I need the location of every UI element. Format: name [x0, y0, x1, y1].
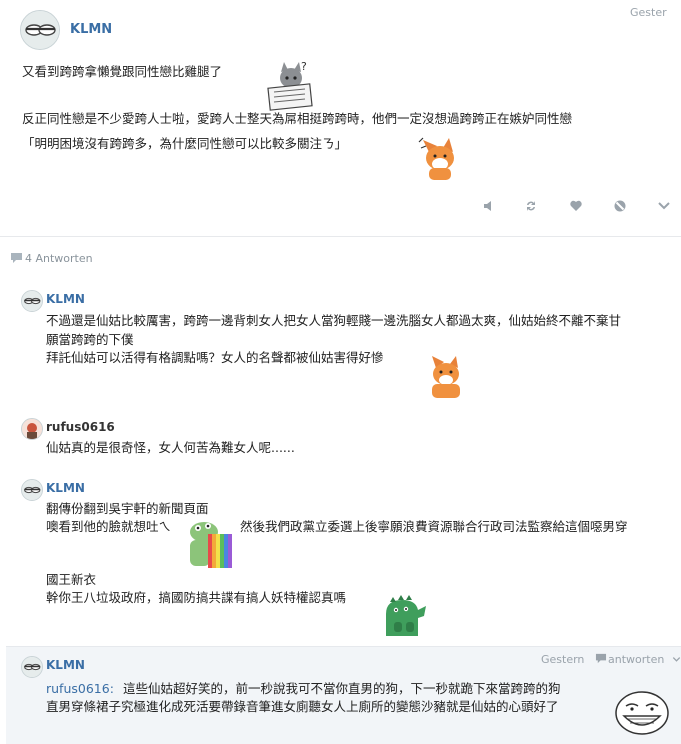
highlighted-username[interactable]: KLMN	[46, 658, 85, 672]
highlighted-line: 直男穿條裙子究極進化成死活要帶錄音筆進女廁聽女人上廁所的變態沙豬就是仙姑的心頭好…	[46, 699, 559, 714]
post-line-1: 又看到跨跨拿懶覺跟同性戀比雞腿了	[22, 64, 223, 79]
reply-line: 幹你王八垃圾政府，搞國防搞共諜有搞人妖特權認真嗎	[46, 590, 347, 605]
reply-line: 仙姑真的是很奇怪，女人何苦為難女人呢......	[46, 440, 295, 455]
post-line-2: 反正同性戀是不少愛跨人士啦，愛跨人士整天為屌相挺跨跨時，他們一定沒想過跨跨正在嫉…	[22, 111, 573, 126]
post-divider	[0, 236, 681, 237]
chevron-down-icon[interactable]	[657, 201, 671, 211]
crocodile-sticker-icon	[386, 595, 426, 636]
comment-icon	[11, 253, 22, 263]
avatar-face-icon	[22, 480, 42, 500]
reply-line: 然後我們政黨立委選上後寧願浪費資源聯合行政司法監察給這個噁男穿	[240, 519, 628, 534]
post-username[interactable]: KLMN	[70, 22, 112, 37]
repost-icon[interactable]	[524, 199, 538, 213]
avatar-face-icon	[22, 657, 42, 677]
block-icon[interactable]	[613, 199, 627, 213]
dog-newspaper-sticker-icon: ?	[267, 60, 313, 111]
replies-count[interactable]: 4 Antworten	[25, 252, 93, 265]
crocodile-vomit-sticker-icon	[190, 522, 232, 568]
reply-line: 拜託仙姑可以活得有格調點嗎？女人的名聲都被仙姑害得好慘	[46, 350, 384, 365]
mute-icon[interactable]	[482, 199, 496, 213]
svg-text:?: ?	[301, 60, 307, 73]
like-icon[interactable]	[569, 199, 583, 213]
reply-line: 願當跨跨的下僕	[46, 332, 134, 347]
reply-username[interactable]: KLMN	[46, 481, 85, 495]
reply-line: 噢看到他的臉就想吐ㄟ	[46, 519, 172, 534]
avatar[interactable]	[20, 10, 60, 50]
avatar[interactable]	[21, 418, 43, 440]
reply-line: 國王新衣	[46, 572, 97, 587]
reply-username[interactable]: rufus0616	[46, 420, 115, 434]
chevron-down-icon[interactable]	[672, 656, 681, 663]
troll-face-sticker-icon	[615, 691, 669, 735]
reply-username[interactable]: KLMN	[46, 292, 85, 306]
mention-link[interactable]: rufus0616:	[46, 680, 114, 698]
avatar-face-icon	[22, 291, 42, 311]
reply-comment-icon[interactable]	[595, 653, 607, 664]
highlighted-timestamp[interactable]: Gestern	[541, 653, 584, 666]
post-timestamp[interactable]: Gester	[630, 6, 667, 19]
reply-line: 翻傳份翻到吳宇軒的新聞頁面	[46, 501, 209, 516]
avatar[interactable]	[21, 479, 43, 501]
avatar-character-icon	[22, 419, 42, 439]
fox-sticker-icon	[432, 356, 460, 398]
avatar[interactable]	[21, 290, 43, 312]
avatar[interactable]	[21, 656, 43, 678]
reply-button[interactable]: antworten	[608, 653, 664, 666]
highlighted-line: 這些仙姑超好笑的，前一秒說我可不當你直男的狗，下一秒就跪下來當跨跨的狗	[123, 681, 561, 696]
avatar-face-icon	[21, 11, 59, 49]
post-line-3: 「明明困境沒有跨跨多，為什麼同性戀可以比較多關注ㄋ」	[22, 136, 348, 151]
reply-line: 不過還是仙姑比較厲害，跨跨一邊背刺女人把女人當狗輕賤一邊洗腦女人都過太爽，仙姑始…	[46, 313, 622, 328]
fox-sticker-icon	[418, 137, 454, 180]
